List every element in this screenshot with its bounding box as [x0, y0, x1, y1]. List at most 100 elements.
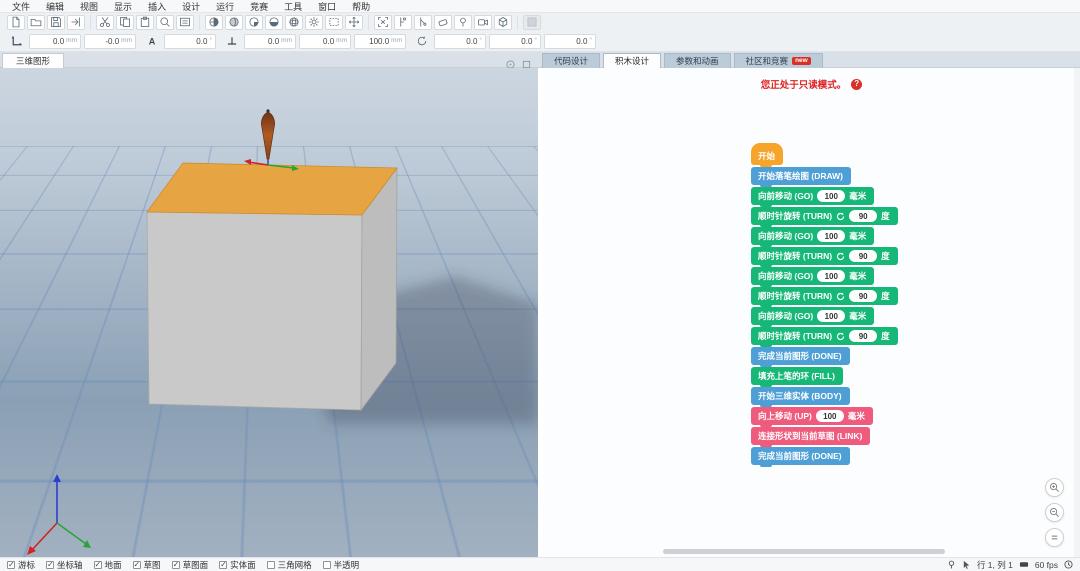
cut-button[interactable]	[96, 15, 114, 30]
checkbox-checked-icon[interactable]	[7, 561, 15, 569]
move-manipulator[interactable]	[244, 109, 299, 171]
menu-item-4[interactable]: 显示	[106, 0, 140, 13]
block-8[interactable]: 顺时针旋转 (TURN)90度	[751, 287, 898, 305]
measure-vertical-button[interactable]	[394, 15, 412, 30]
position-field-1[interactable]: 0.0mm	[29, 34, 81, 49]
block-12[interactable]: 填充上笔的环 (FILL)	[751, 367, 843, 385]
block-value-input[interactable]: 100	[817, 310, 845, 322]
mesh-cube-button[interactable]	[494, 15, 512, 30]
checkbox-checked-icon[interactable]	[94, 561, 102, 569]
tab-3[interactable]: 参数和动画	[664, 53, 731, 68]
view-bottom-button[interactable]	[265, 15, 283, 30]
readonly-help-icon[interactable]: ?	[851, 79, 862, 90]
block-3[interactable]: 向前移动 (GO)100毫米	[751, 187, 874, 205]
menu-item-3[interactable]: 视图	[72, 0, 106, 13]
copy-button[interactable]	[116, 15, 134, 30]
zoom-in-button[interactable]	[1045, 478, 1064, 497]
menu-item-9[interactable]: 工具	[276, 0, 310, 13]
block-6[interactable]: 顺时针旋转 (TURN)90度	[751, 247, 898, 265]
block-value-input[interactable]: 100	[817, 230, 845, 242]
select-box-button[interactable]	[325, 15, 343, 30]
location-pin-icon[interactable]	[947, 560, 956, 569]
outline-list-button[interactable]	[176, 15, 194, 30]
new-file-button[interactable]	[7, 15, 25, 30]
view-shaded-edges-button[interactable]	[225, 15, 243, 30]
measure-angle-button[interactable]	[414, 15, 432, 30]
block-value-input[interactable]: 100	[817, 270, 845, 282]
block-value-input[interactable]: 90	[849, 290, 877, 302]
block-15[interactable]: 连接形状到当前草图 (LINK)	[751, 427, 870, 445]
toggle-4[interactable]: 草图	[133, 559, 161, 571]
checkbox-checked-icon[interactable]	[46, 561, 54, 569]
block-14[interactable]: 向上移动 (UP)100毫米	[751, 407, 873, 425]
view-half-section-button[interactable]	[245, 15, 263, 30]
toggle-1[interactable]: 游标	[7, 559, 35, 571]
position-field-8[interactable]: 0.0°	[489, 34, 541, 49]
zoom-reset-button[interactable]	[1045, 528, 1064, 547]
menu-item-5[interactable]: 插入	[140, 0, 174, 13]
paste-button[interactable]	[136, 15, 154, 30]
menu-item-7[interactable]: 运行	[208, 0, 242, 13]
zoom-out-button[interactable]	[1045, 503, 1064, 522]
checkbox-checked-icon[interactable]	[172, 561, 180, 569]
block-7[interactable]: 向前移动 (GO)100毫米	[751, 267, 874, 285]
block-value-input[interactable]: 100	[816, 410, 844, 422]
block-10[interactable]: 顺时针旋转 (TURN)90度	[751, 327, 898, 345]
block-16[interactable]: 完成当前图形 (DONE)	[751, 447, 850, 465]
view-shaded-button[interactable]	[205, 15, 223, 30]
position-field-4[interactable]: 0.0mm	[244, 34, 296, 49]
view-wireframe-button[interactable]	[285, 15, 303, 30]
move-pan-button[interactable]	[345, 15, 363, 30]
block-4[interactable]: 顺时针旋转 (TURN)90度	[751, 207, 898, 225]
block-value-input[interactable]: 90	[849, 250, 877, 262]
zoom-search-button[interactable]	[156, 15, 174, 30]
block-5[interactable]: 向前移动 (GO)100毫米	[751, 227, 874, 245]
tab-1[interactable]: 代码设计	[542, 53, 600, 68]
toggle-2[interactable]: 坐标轴	[46, 559, 83, 571]
tab-4[interactable]: 社区和竞赛new	[734, 53, 823, 68]
horizontal-scrollbar-thumb[interactable]	[663, 549, 945, 554]
toggle-6[interactable]: 实体面	[219, 559, 256, 571]
block-9[interactable]: 向前移动 (GO)100毫米	[751, 307, 874, 325]
vertical-scrollbar[interactable]	[1074, 68, 1080, 557]
block-13[interactable]: 开始三维实体 (BODY)	[751, 387, 850, 405]
cursor-icon[interactable]	[962, 560, 971, 569]
import-model-button[interactable]	[67, 15, 85, 30]
position-field-7[interactable]: 0.0°	[434, 34, 486, 49]
eraser-button[interactable]	[434, 15, 452, 30]
toggle-7[interactable]: 三角网格	[267, 559, 312, 571]
pane-maximize-icon[interactable]	[522, 56, 531, 65]
position-field-9[interactable]: 0.0°	[544, 34, 596, 49]
drop-pin-button[interactable]	[454, 15, 472, 30]
render-mode-icon[interactable]	[1019, 560, 1029, 569]
manipulator-cone[interactable]	[261, 112, 274, 159]
settings-gear-button[interactable]	[305, 15, 323, 30]
toggle-8[interactable]: 半透明	[323, 559, 360, 571]
tab-2[interactable]: 积木设计	[603, 53, 661, 68]
menu-item-11[interactable]: 帮助	[344, 0, 378, 13]
menu-item-8[interactable]: 竞赛	[242, 0, 276, 13]
block-11[interactable]: 完成当前图形 (DONE)	[751, 347, 850, 365]
menu-item-2[interactable]: 编辑	[38, 0, 72, 13]
position-field-2[interactable]: -0.0mm	[84, 34, 136, 49]
toggle-5[interactable]: 草图面	[172, 559, 209, 571]
block-value-input[interactable]: 90	[849, 330, 877, 342]
checkbox-unchecked-icon[interactable]	[323, 561, 331, 569]
position-field-3[interactable]: 0.0°	[164, 34, 216, 49]
pane-help-icon[interactable]	[506, 56, 515, 65]
block-2[interactable]: 开始落笔绘图 (DRAW)	[751, 167, 851, 185]
menu-item-1[interactable]: 文件	[4, 0, 38, 13]
position-field-6[interactable]: 100.0mm	[354, 34, 406, 49]
checkbox-checked-icon[interactable]	[219, 561, 227, 569]
block-1[interactable]: 开始	[751, 143, 783, 165]
block-value-input[interactable]: 100	[817, 190, 845, 202]
open-file-button[interactable]	[27, 15, 45, 30]
clock-icon[interactable]	[1064, 560, 1073, 569]
toggle-3[interactable]: 地面	[94, 559, 122, 571]
position-field-5[interactable]: 0.0mm	[299, 34, 351, 49]
color-swatch-disabled-button[interactable]	[523, 15, 541, 30]
save-file-button[interactable]	[47, 15, 65, 30]
fit-view-button[interactable]	[374, 15, 392, 30]
3d-viewport[interactable]	[0, 68, 538, 557]
menu-item-6[interactable]: 设计	[174, 0, 208, 13]
